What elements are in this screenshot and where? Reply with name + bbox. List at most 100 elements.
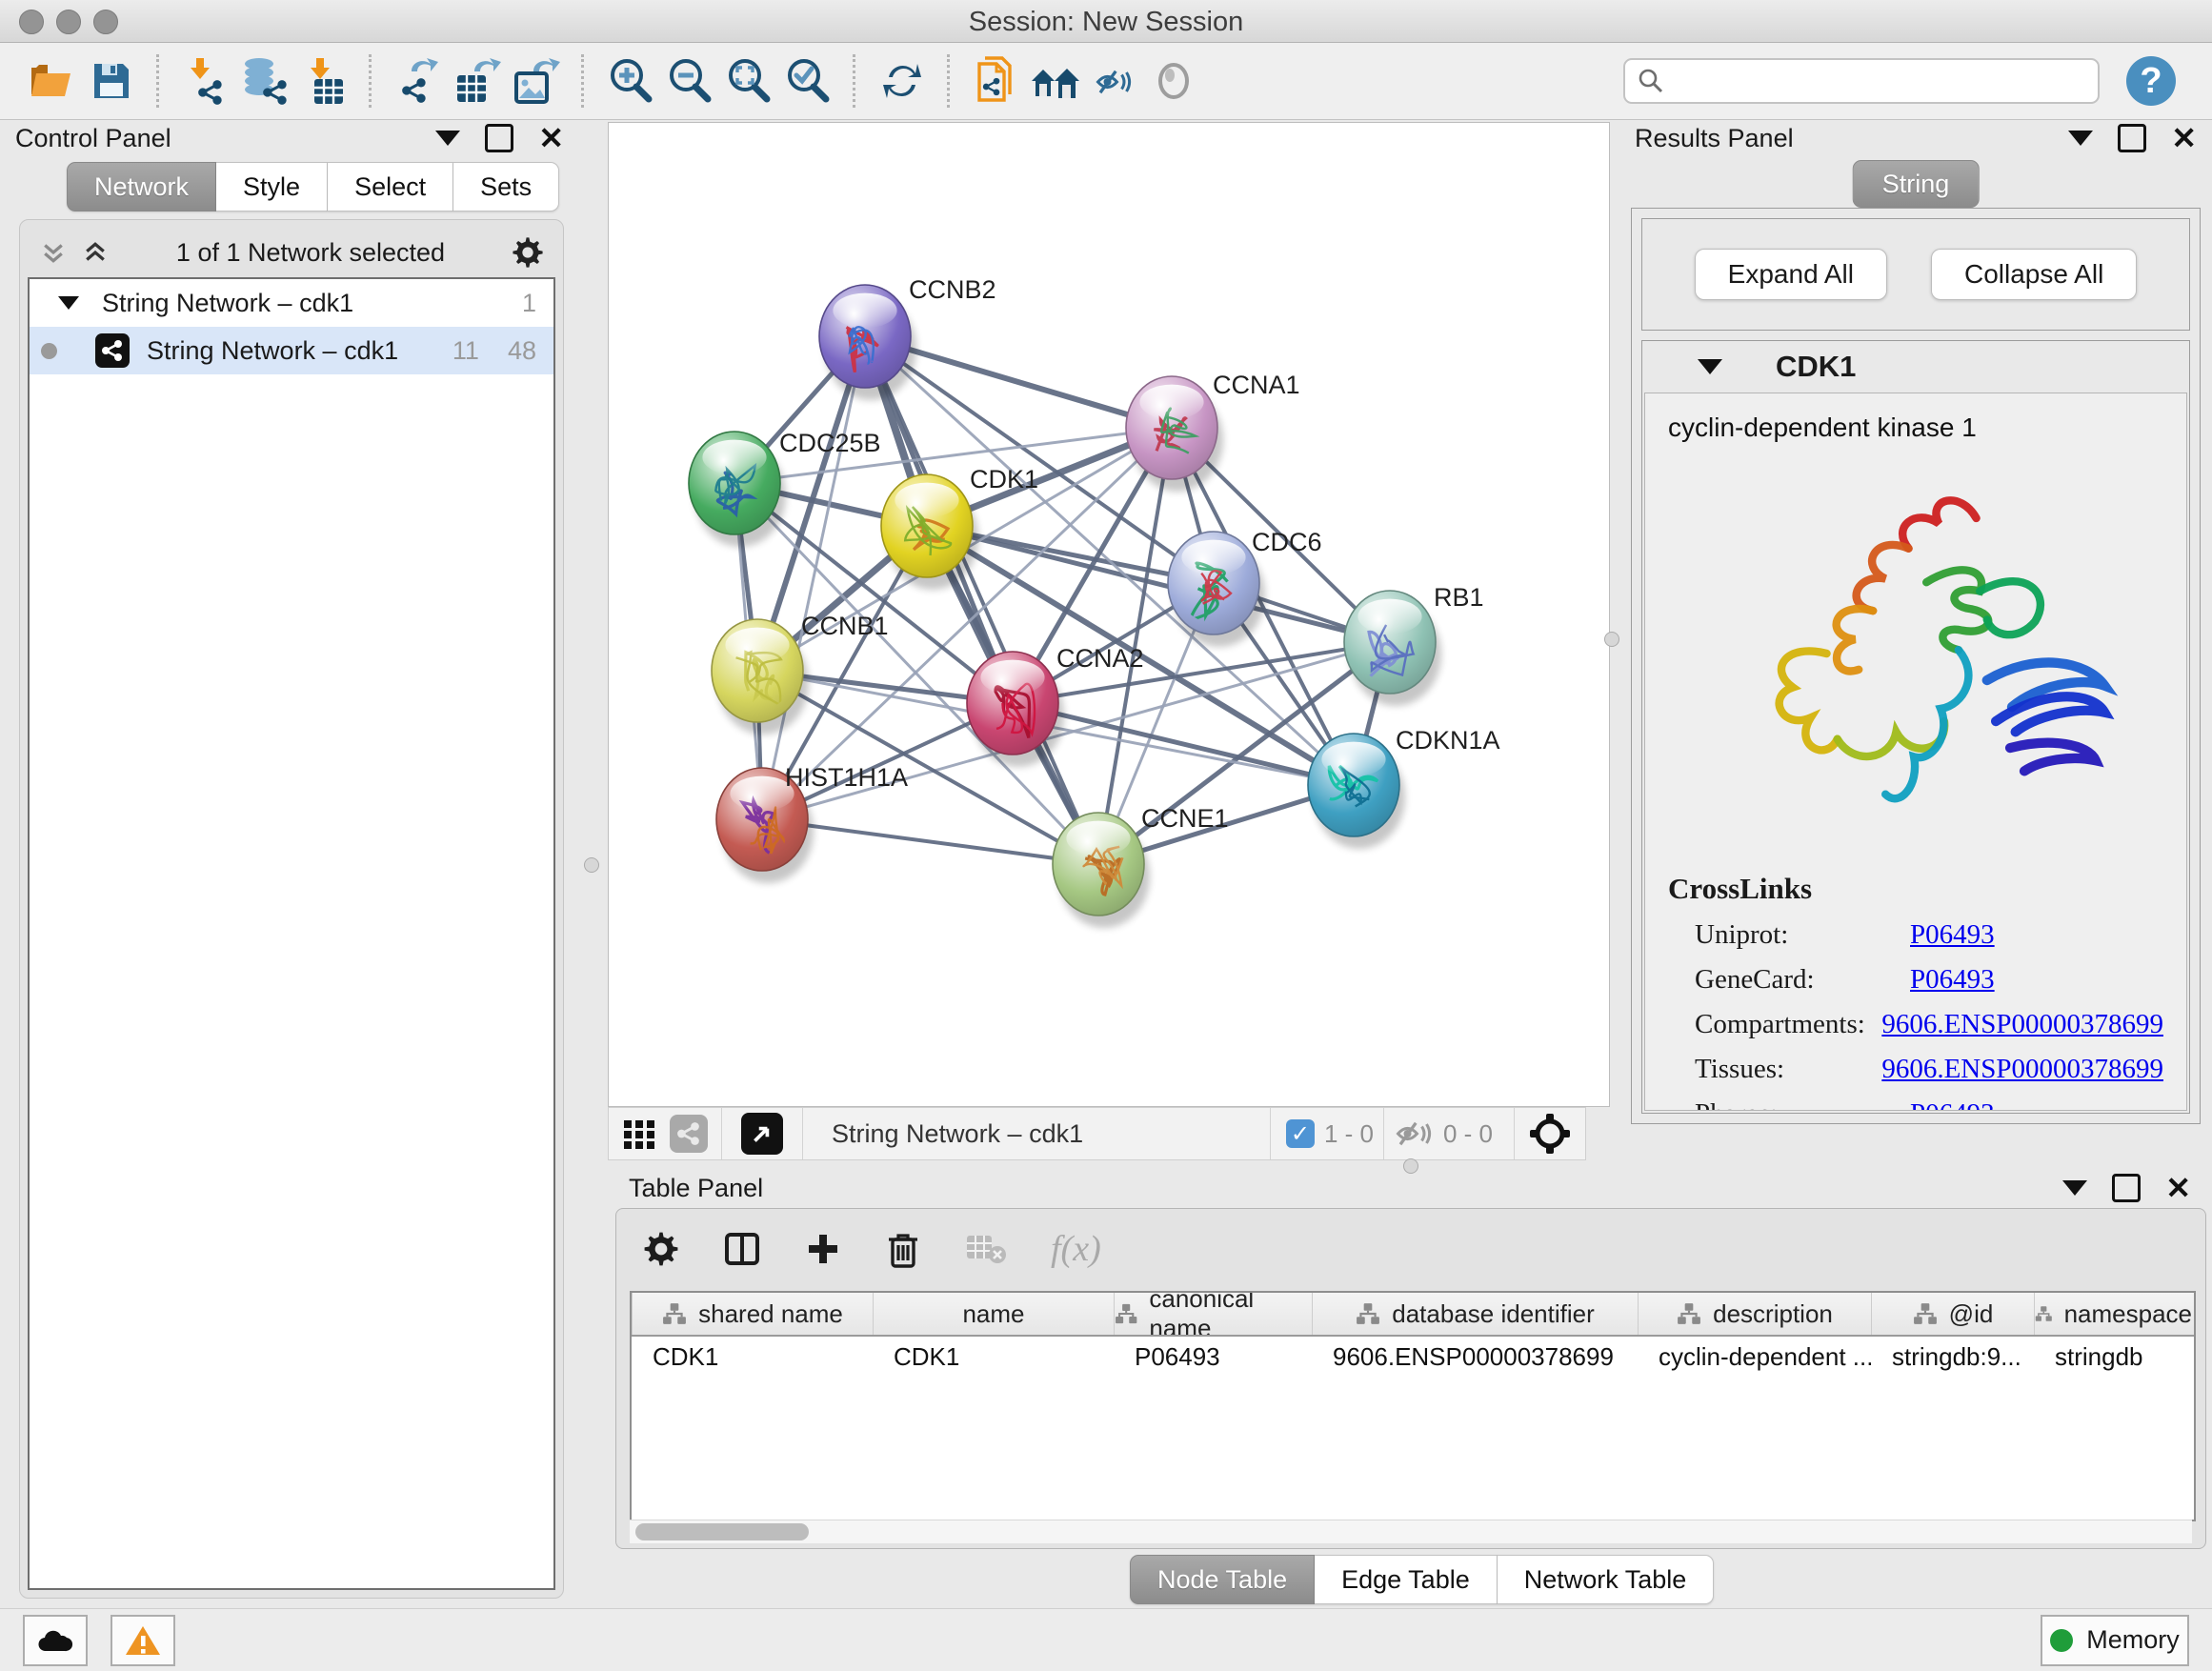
help-button[interactable]: ? [2126,56,2176,106]
splitter-grip[interactable] [584,857,599,873]
network-column-icon [2035,1301,2053,1326]
panel-menu-icon[interactable] [435,131,460,146]
table-cell[interactable]: cyclin-dependent ... [1638,1337,1871,1377]
search-box[interactable] [1623,58,2100,104]
graphics-details-icon[interactable] [1085,53,1144,109]
table-cell[interactable]: CDK1 [632,1337,873,1377]
splitter-grip[interactable] [1604,632,1619,647]
hidden-items-icon[interactable] [1396,1118,1434,1149]
table-cell[interactable]: stringdb [2034,1337,2192,1377]
export-image-icon[interactable] [507,53,566,109]
network-node-cdk1[interactable] [881,474,978,590]
warning-button[interactable] [111,1615,175,1666]
crosslink-row: GeneCard:P06493 [1668,964,2163,996]
search-input[interactable] [1665,66,2086,97]
string-view-icon[interactable] [670,1115,708,1153]
save-session-icon[interactable] [82,53,141,109]
crosslink-link[interactable]: 9606.ENSP00000378699 [1881,1054,2163,1085]
network-collection-row[interactable]: String Network – cdk1 1 [30,279,553,327]
expand-all-icon[interactable] [81,238,110,267]
selected-items-checkbox[interactable]: ✓ [1286,1119,1315,1148]
column-header-name[interactable]: name [873,1293,1114,1335]
panel-close-icon[interactable]: ✕ [2171,123,2197,153]
collection-expand-icon[interactable] [58,296,79,310]
table-gear-icon[interactable] [643,1231,679,1267]
collapse-all-button[interactable]: Collapse All [1931,249,2137,300]
column-header--id[interactable]: @id [1871,1293,2034,1335]
column-header-database-identifier[interactable]: database identifier [1312,1293,1638,1335]
table-horizontal-scrollbar[interactable] [630,1520,2192,1543]
import-network-icon[interactable] [176,53,235,109]
eye-icon[interactable] [1144,53,1203,109]
share-document-icon[interactable] [967,53,1026,109]
fit-selected-icon[interactable] [1528,1112,1572,1156]
string-network-graph[interactable]: CCNB2CCNA1CDC25BCDK1CDC6RB1CCNB1CCNA2CDK… [609,123,1609,1106]
tab-edge-table[interactable]: Edge Table [1315,1555,1498,1604]
collection-count: 1 [522,289,536,318]
column-header-canonical-name[interactable]: canonical name [1114,1293,1312,1335]
tab-style[interactable]: Style [216,162,328,211]
crosslink-link[interactable]: P06493 [1910,919,1995,951]
panel-float-icon[interactable] [485,124,513,152]
gear-icon[interactable] [512,236,544,269]
toolbar-separator [156,54,161,108]
table-cell[interactable]: stringdb:9... [1871,1337,2034,1377]
network-node-cdc25b[interactable] [689,432,786,547]
network-node-rb1[interactable] [1344,591,1441,706]
network-canvas[interactable]: CCNB2CCNA1CDC25BCDK1CDC6RB1CCNB1CCNA2CDK… [608,122,1610,1107]
table-row[interactable]: CDK1CDK1P064939606.ENSP00000378699cyclin… [632,1337,2194,1377]
zoom-selected-icon[interactable] [778,53,837,109]
crosslink-link[interactable]: 9606.ENSP00000378699 [1881,1009,2163,1040]
cloud-button[interactable] [23,1615,88,1666]
column-header-namespace[interactable]: namespace [2034,1293,2192,1335]
collapse-all-icon[interactable] [39,238,68,267]
expand-all-button[interactable]: Expand All [1695,249,1887,300]
delete-column-icon[interactable] [885,1230,921,1268]
add-column-icon[interactable] [805,1231,841,1267]
network-node-ccna2[interactable] [967,652,1064,767]
scrollbar-thumb[interactable] [635,1523,809,1540]
column-header-description[interactable]: description [1638,1293,1871,1335]
birdseye-view-icon[interactable] [741,1113,783,1155]
memory-button[interactable]: Memory [2041,1615,2189,1666]
panel-close-icon[interactable]: ✕ [2165,1173,2191,1203]
show-columns-icon[interactable] [723,1230,761,1268]
tab-network[interactable]: Network [67,162,216,211]
tab-node-table[interactable]: Node Table [1130,1555,1315,1604]
home-icon[interactable] [1026,53,1085,109]
tab-sets[interactable]: Sets [453,162,559,211]
open-session-icon[interactable] [23,53,82,109]
refresh-layout-icon[interactable] [873,53,932,109]
export-network-icon[interactable] [389,53,448,109]
tab-string[interactable]: String [1853,160,1980,208]
column-header-shared-name[interactable]: shared name [632,1293,873,1335]
table-cell[interactable]: CDK1 [873,1337,1114,1377]
tab-network-table[interactable]: Network Table [1498,1555,1715,1604]
zoom-out-icon[interactable] [660,53,719,109]
panel-float-icon[interactable] [2118,124,2146,152]
crosslink-link[interactable]: P06493 [1910,1098,1995,1111]
network-view-toolbar: String Network – cdk1 ✓ 1 - 0 0 - 0 [608,1107,1586,1160]
table-cell[interactable]: 9606.ENSP00000378699 [1312,1337,1638,1377]
crosslink-link[interactable]: P06493 [1910,964,1995,996]
network-node-cdkn1a[interactable] [1308,734,1405,849]
network-node-ccna1[interactable] [1126,376,1223,492]
export-table-icon[interactable] [448,53,507,109]
grid-view-icon[interactable] [622,1117,656,1151]
table-cell[interactable]: P06493 [1114,1337,1312,1377]
panel-close-icon[interactable]: ✕ [538,123,564,153]
network-node-ccne1[interactable] [1053,813,1150,928]
panel-menu-icon[interactable] [2068,131,2093,146]
network-node-ccnb2[interactable] [819,285,916,400]
zoom-in-icon[interactable] [601,53,660,109]
gene-collapse-icon[interactable] [1698,359,1722,374]
import-database-icon[interactable] [235,53,294,109]
zoom-fit-icon[interactable] [719,53,778,109]
import-table-icon[interactable] [294,53,353,109]
node-table[interactable]: shared namenamecanonical namedatabase id… [630,1291,2196,1521]
panel-menu-icon[interactable] [2062,1180,2087,1196]
network-row[interactable]: String Network – cdk1 11 48 [30,327,553,374]
splitter-grip[interactable] [1403,1158,1418,1174]
tab-select[interactable]: Select [328,162,453,211]
panel-float-icon[interactable] [2112,1174,2141,1202]
